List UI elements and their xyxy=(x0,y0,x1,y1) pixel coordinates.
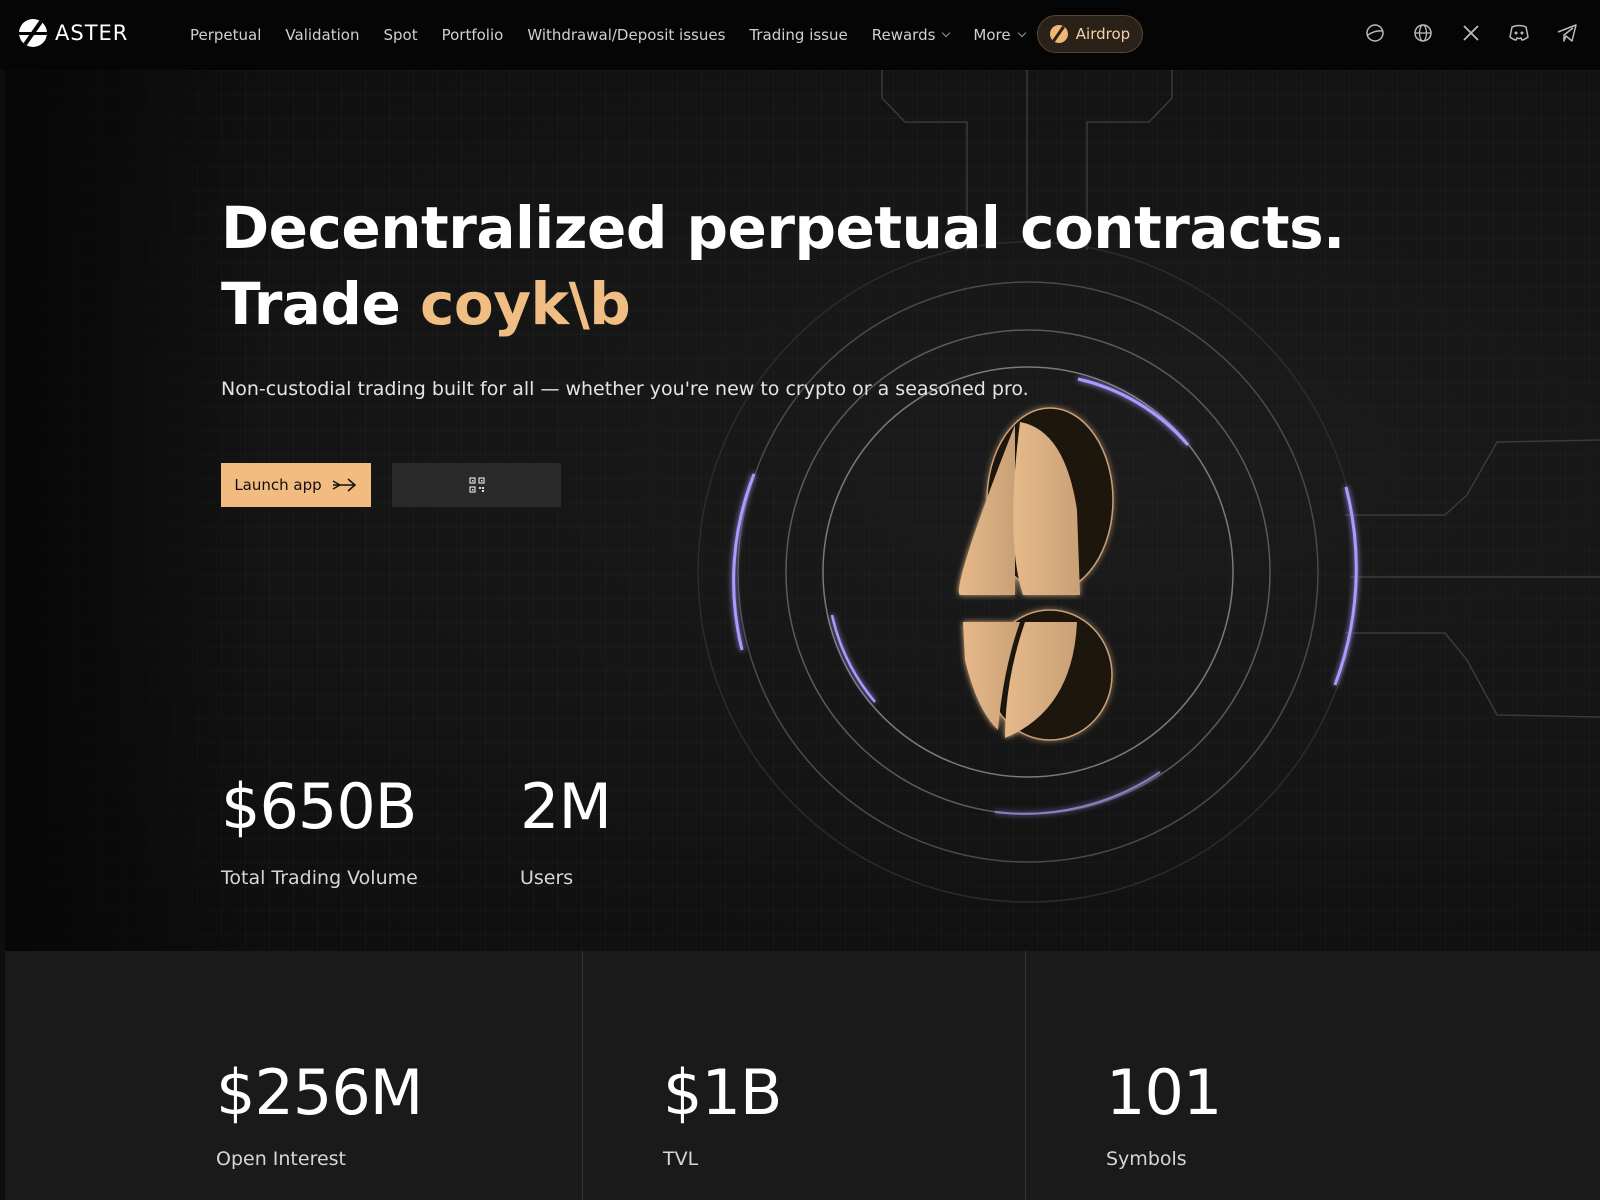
headline-line-1: Decentralized perpetual contracts. xyxy=(221,194,1345,262)
stat-total-volume-label: Total Trading Volume xyxy=(221,867,418,889)
stat-symbols-value: 101 xyxy=(1106,1056,1222,1129)
chevron-down-icon xyxy=(942,28,951,38)
divider xyxy=(1025,951,1026,1200)
hero-section: Decentralized perpetual contracts. Trade… xyxy=(5,70,1600,951)
airdrop-button[interactable]: Airdrop xyxy=(1037,15,1143,53)
brand-logo-link[interactable]: ASTER xyxy=(19,19,128,47)
qr-code-icon xyxy=(468,477,485,493)
arrow-right-icon xyxy=(332,478,356,492)
headline-line-2: Trade coyk\b xyxy=(221,266,1345,342)
stat-total-volume-value: $650B xyxy=(221,770,417,843)
globe-icon[interactable] xyxy=(1412,22,1434,44)
nav-item-validation[interactable]: Validation xyxy=(285,26,359,44)
headline-trade: Trade xyxy=(221,270,401,338)
chevron-down-icon xyxy=(1017,28,1026,38)
nav-item-rewards[interactable]: Rewards xyxy=(871,26,951,44)
launch-app-label: Launch app xyxy=(234,476,322,494)
launch-app-button[interactable]: Launch app xyxy=(221,463,371,507)
nav-item-more-label: More xyxy=(973,26,1011,44)
stat-tvl-value: $1B xyxy=(663,1056,782,1129)
nav-item-rewards-label: Rewards xyxy=(871,26,936,44)
stat-users-label: Users xyxy=(520,867,574,889)
airdrop-logo-icon xyxy=(1049,25,1068,43)
stat-open-interest-value: $256M xyxy=(216,1056,423,1129)
top-nav: ASTER Perpetual Validation Spot Portfoli… xyxy=(0,0,1600,70)
headline-rotating-word: coyk\b xyxy=(420,270,631,338)
discord-icon[interactable] xyxy=(1508,22,1530,44)
brand-name: ASTER xyxy=(55,21,129,45)
x-icon[interactable] xyxy=(1460,22,1482,44)
aster-logo-icon xyxy=(19,19,47,47)
nav-icons xyxy=(1364,22,1578,44)
nav-item-portfolio[interactable]: Portfolio xyxy=(442,26,504,44)
hero-subtitle: Non-custodial trading built for all — wh… xyxy=(221,378,1029,400)
stat-symbols-label: Symbols xyxy=(1106,1148,1187,1170)
telegram-icon[interactable] xyxy=(1556,22,1578,44)
divider xyxy=(582,951,583,1200)
stat-open-interest-label: Open Interest xyxy=(216,1148,347,1170)
stat-users-value: 2M xyxy=(520,770,612,843)
page-title: Decentralized perpetual contracts. Trade… xyxy=(221,190,1345,342)
airdrop-label: Airdrop xyxy=(1075,25,1131,43)
aster-coin-icon xyxy=(958,407,1114,741)
nav-links: Perpetual Validation Spot Portfolio With… xyxy=(190,0,1049,70)
bottom-stats-section: $256M Open Interest $1B TVL 101 Symbols xyxy=(5,951,1600,1200)
nav-item-trading-issue[interactable]: Trading issue xyxy=(749,26,847,44)
nav-item-spot[interactable]: Spot xyxy=(383,26,417,44)
nav-item-perpetual[interactable]: Perpetual xyxy=(190,26,261,44)
qr-code-button[interactable] xyxy=(392,463,561,507)
stat-tvl-label: TVL xyxy=(663,1148,699,1170)
nav-item-withdrawal-deposit[interactable]: Withdrawal/Deposit issues xyxy=(527,26,725,44)
theme-icon[interactable] xyxy=(1364,22,1386,44)
nav-item-more[interactable]: More xyxy=(973,26,1026,44)
